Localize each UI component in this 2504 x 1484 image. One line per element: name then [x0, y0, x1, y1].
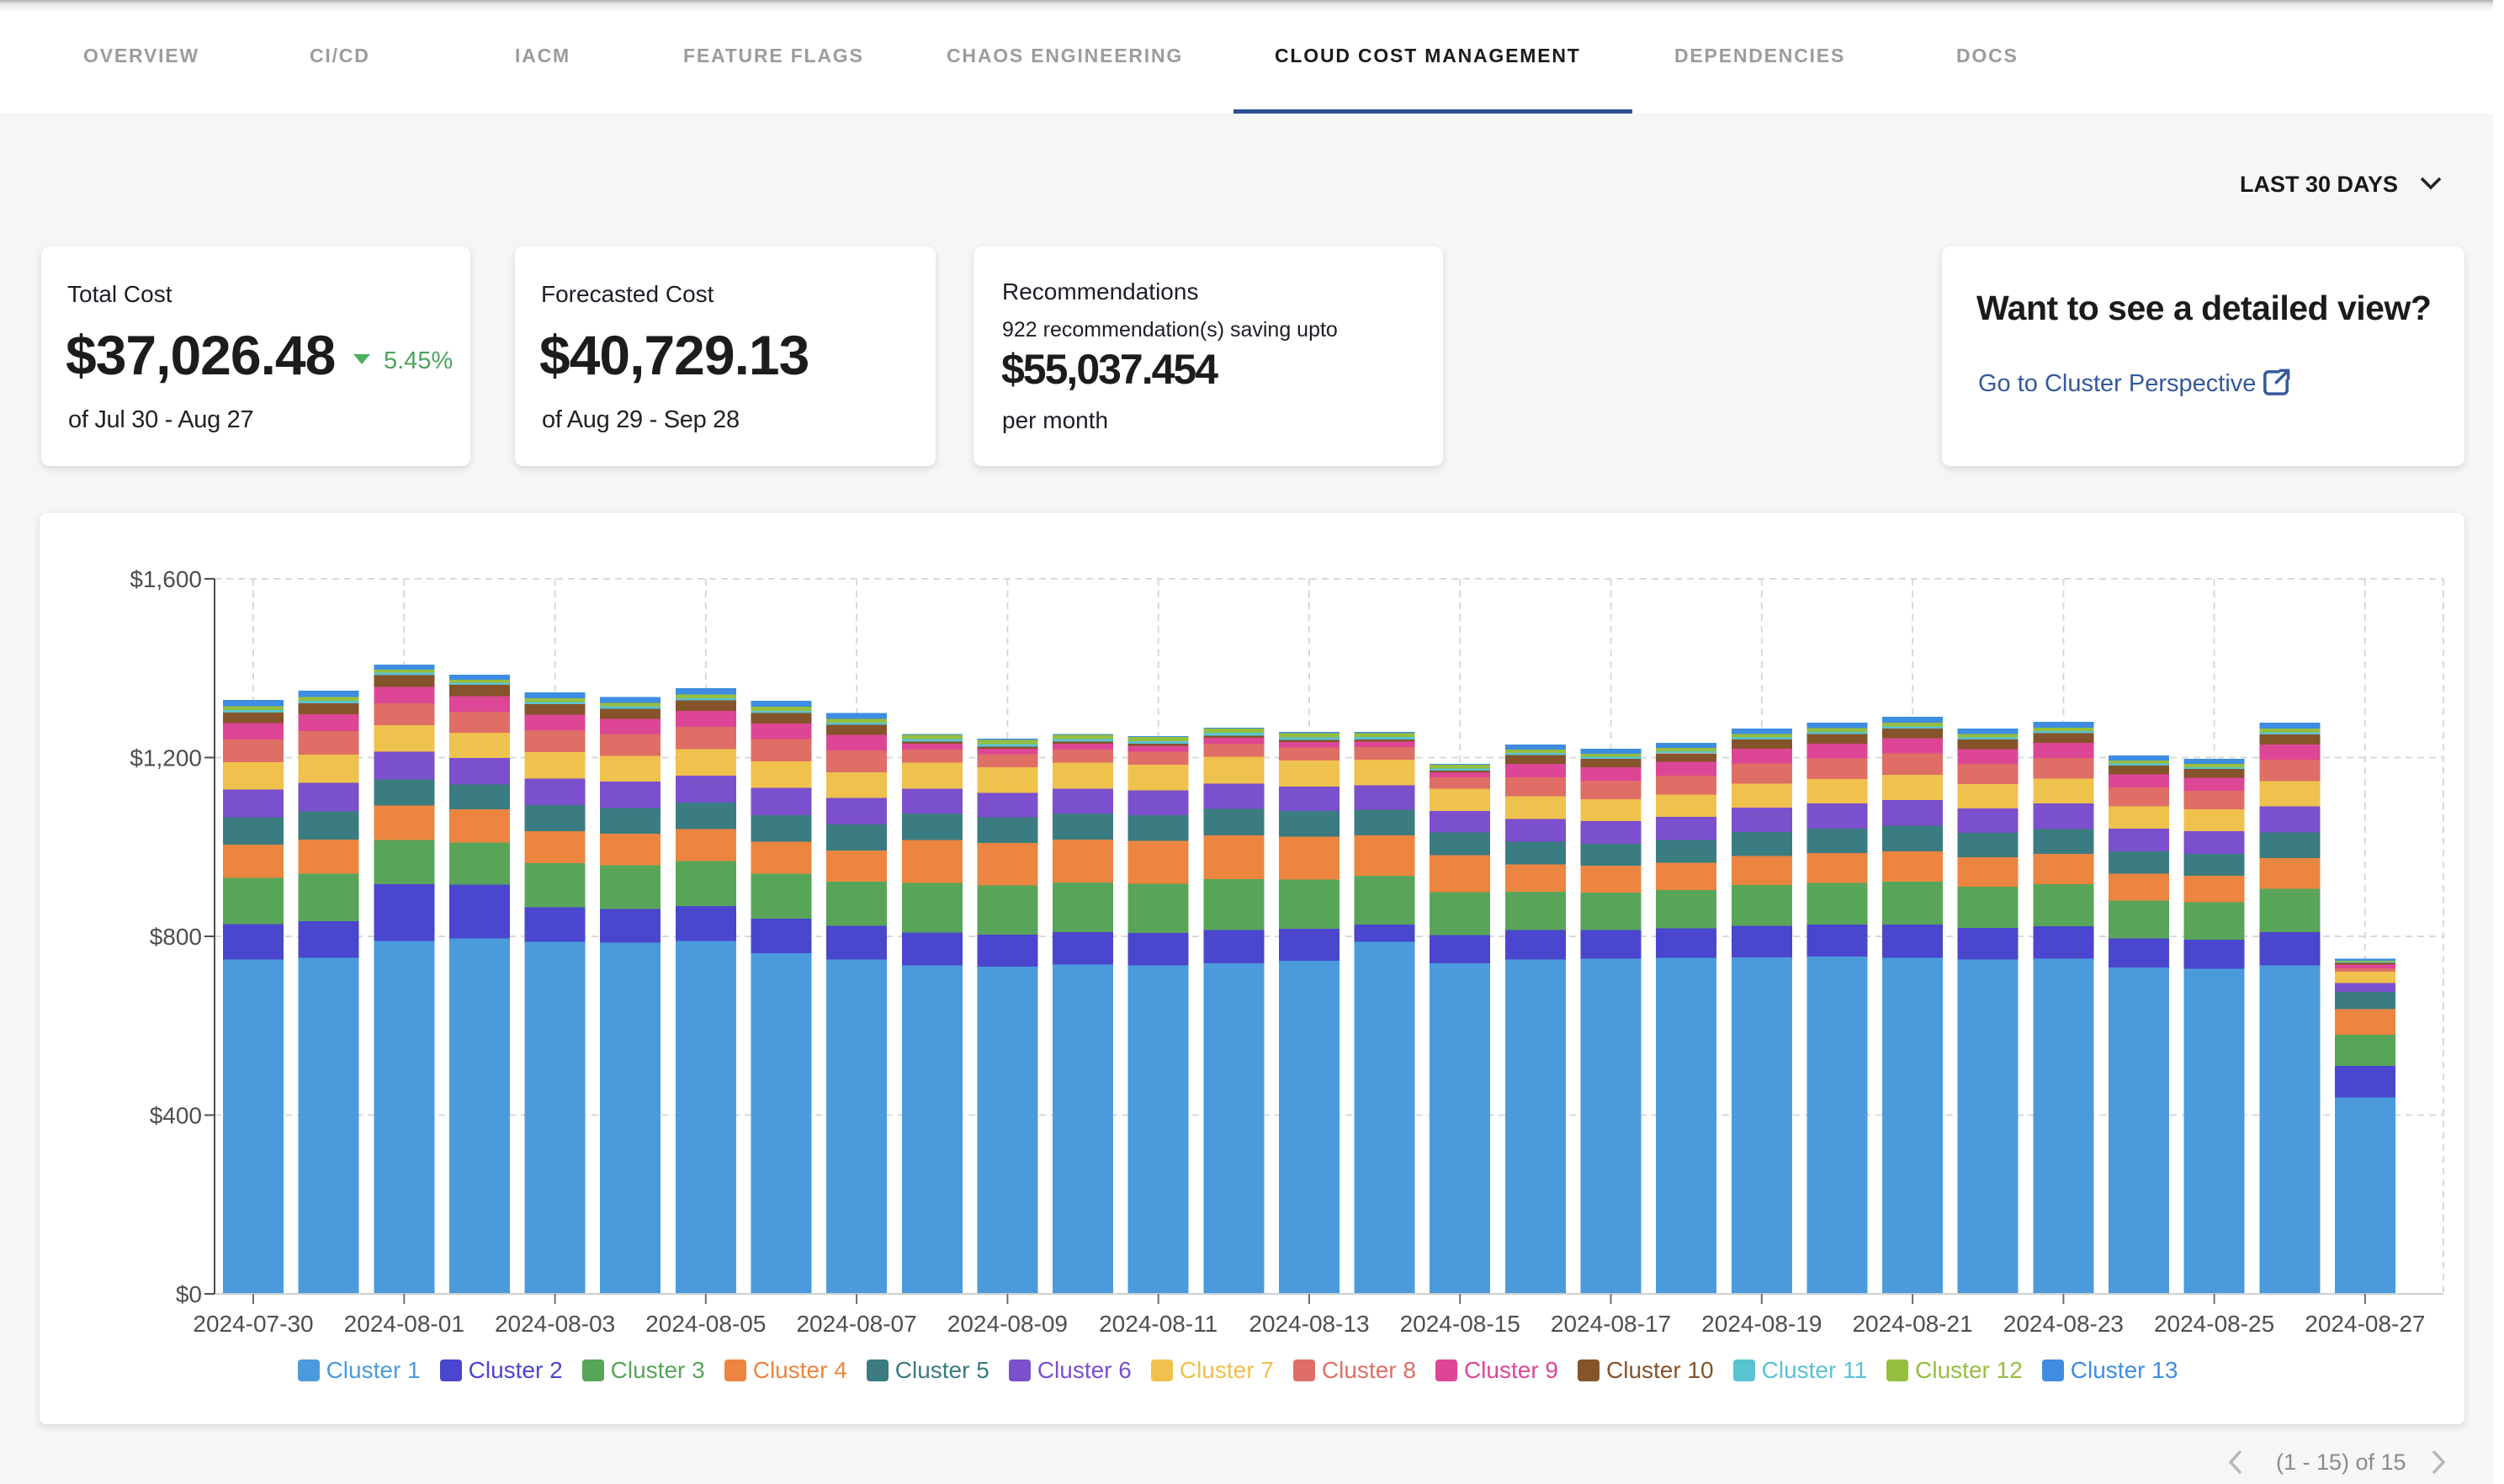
- svg-text:2024-08-05: 2024-08-05: [645, 1311, 766, 1337]
- svg-text:2024-08-17: 2024-08-17: [1551, 1311, 1671, 1337]
- svg-text:2024-08-23: 2024-08-23: [2003, 1311, 2124, 1337]
- svg-text:2024-08-21: 2024-08-21: [1852, 1311, 1972, 1337]
- svg-text:2024-08-15: 2024-08-15: [1400, 1311, 1520, 1337]
- svg-text:2024-08-13: 2024-08-13: [1249, 1311, 1369, 1337]
- svg-text:$1,200: $1,200: [130, 745, 202, 771]
- svg-text:2024-07-30: 2024-07-30: [193, 1311, 313, 1337]
- svg-text:2024-08-07: 2024-08-07: [796, 1311, 916, 1337]
- svg-text:2024-08-19: 2024-08-19: [1701, 1311, 1822, 1337]
- svg-text:$1,600: $1,600: [130, 566, 202, 592]
- svg-text:2024-08-01: 2024-08-01: [344, 1311, 464, 1337]
- svg-text:2024-08-27: 2024-08-27: [2305, 1311, 2425, 1337]
- svg-text:$0: $0: [176, 1281, 202, 1307]
- svg-text:2024-08-25: 2024-08-25: [2154, 1311, 2274, 1337]
- svg-text:2024-08-09: 2024-08-09: [947, 1311, 1068, 1337]
- svg-text:$800: $800: [150, 924, 202, 950]
- svg-text:2024-08-11: 2024-08-11: [1099, 1311, 1218, 1337]
- svg-text:2024-08-03: 2024-08-03: [495, 1311, 615, 1337]
- svg-text:$400: $400: [150, 1103, 202, 1129]
